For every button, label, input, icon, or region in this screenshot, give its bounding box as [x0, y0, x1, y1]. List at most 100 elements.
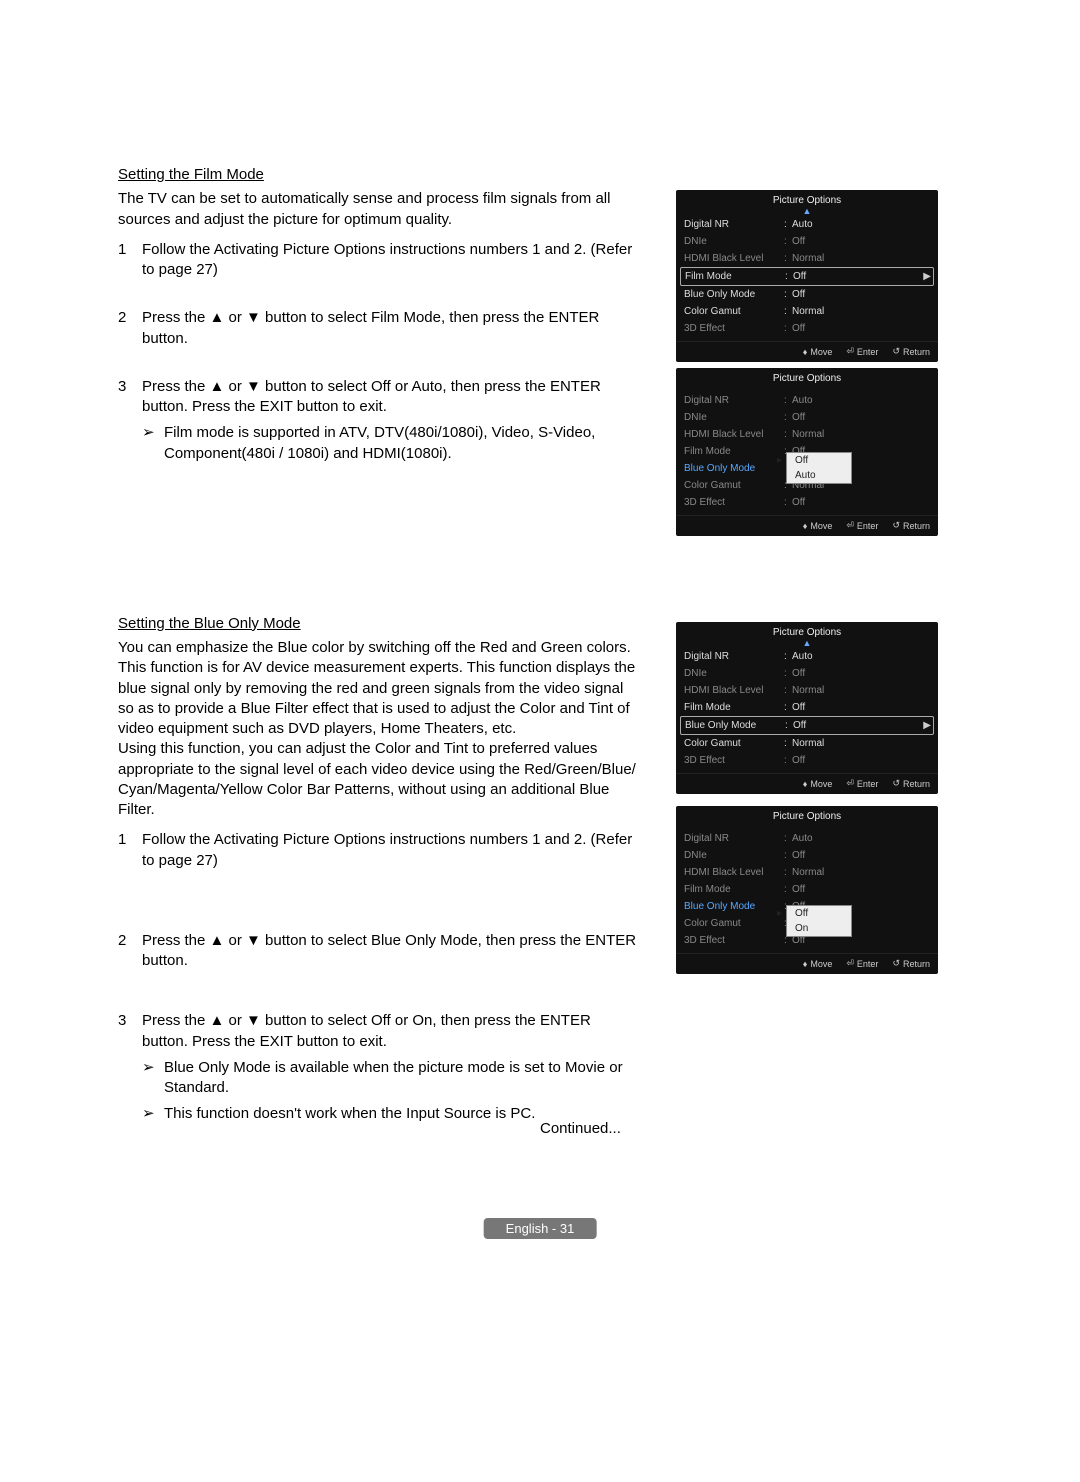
osd-row-dnie: DNIe:Off	[684, 847, 930, 864]
osd-row-film-mode: Film Mode:Off	[684, 699, 930, 716]
section2-step-2: 2 Press the ▲ or ▼ button to select Blue…	[118, 931, 638, 972]
osd-row-film-mode-selected: Film Mode:Off▶	[680, 267, 934, 286]
return-icon: ↺	[892, 778, 900, 789]
updown-icon: ♦	[803, 959, 808, 969]
step-number: 1	[118, 240, 142, 281]
dropdown-option-auto: Auto	[787, 468, 851, 483]
osd-row-color-gamut: Color Gamut:Normal	[684, 735, 930, 752]
osd-row-3d-effect: 3D Effect:Off	[684, 494, 930, 511]
arrow-icon: ➢	[142, 1104, 164, 1124]
updown-icon: ♦	[803, 521, 808, 531]
arrow-icon: ➢	[142, 423, 164, 464]
footer-enter: ⏎Enter	[846, 520, 878, 531]
step-number: 3	[118, 1011, 142, 1124]
chevron-right-icon: ▶	[923, 720, 931, 731]
section2-step-1: 1 Follow the Activating Picture Options …	[118, 830, 638, 871]
step-text: Press the ▲ or ▼ button to select Film M…	[142, 308, 638, 349]
enter-icon: ⏎	[846, 778, 854, 789]
footer-move: ♦Move	[803, 778, 833, 789]
step-number: 1	[118, 830, 142, 871]
manual-page: Setting the Film Mode The TV can be set …	[0, 0, 1080, 1482]
dropdown-option-off: ▸Off	[787, 906, 851, 921]
footer-return: ↺Return	[892, 346, 930, 357]
osd-row-blue-only: Blue Only Mode ▸Off Auto	[684, 460, 930, 477]
osd-picture-options-3: Picture Options ▲ Digital NR:Auto DNIe:O…	[676, 622, 938, 794]
cursor-icon: ▸	[777, 908, 782, 919]
osd-row-blue-only-selected: Blue Only Mode:Off▶	[680, 716, 934, 735]
note-text: Blue Only Mode is available when the pic…	[164, 1058, 638, 1099]
step-text: Follow the Activating Picture Options in…	[142, 830, 638, 871]
osd-row-3d-effect: 3D Effect:Off	[684, 752, 930, 769]
blue-only-dropdown: ▸Off On	[786, 905, 852, 937]
osd-row-color-gamut: Color Gamut:Normal	[684, 303, 930, 320]
step-number: 2	[118, 931, 142, 972]
dropdown-option-on: On	[787, 921, 851, 936]
footer-enter: ⏎Enter	[846, 778, 878, 789]
osd-footer: ♦Move ⏎Enter ↺Return	[676, 341, 938, 362]
enter-icon: ⏎	[846, 346, 854, 357]
osd-title: Picture Options	[676, 806, 938, 824]
arrow-icon: ➢	[142, 1058, 164, 1099]
footer-return: ↺Return	[892, 778, 930, 789]
footer-move: ♦Move	[803, 958, 833, 969]
section2-step-3: 3 Press the ▲ or ▼ button to select Off …	[118, 1011, 638, 1124]
footer-return: ↺Return	[892, 958, 930, 969]
section1-intro: The TV can be set to automatically sense…	[118, 189, 638, 230]
footer-enter: ⏎Enter	[846, 958, 878, 969]
step-number: 3	[118, 377, 142, 464]
page-number-badge: English - 31	[484, 1218, 597, 1239]
osd-footer: ♦Move ⏎Enter ↺Return	[676, 515, 938, 536]
osd-row-dnie: DNIe:Off	[684, 665, 930, 682]
footer-return: ↺Return	[892, 520, 930, 531]
section1-step-1: 1 Follow the Activating Picture Options …	[118, 240, 638, 281]
enter-icon: ⏎	[846, 958, 854, 969]
step-text: Follow the Activating Picture Options in…	[142, 240, 638, 281]
osd-row-dnie: DNIe:Off	[684, 233, 930, 250]
osd-footer: ♦Move ⏎Enter ↺Return	[676, 953, 938, 974]
section1-step-3: 3 Press the ▲ or ▼ button to select Off …	[118, 377, 638, 464]
updown-icon: ♦	[803, 779, 808, 789]
osd-row-digital-nr: Digital NR:Auto	[684, 648, 930, 665]
osd-row-hdmi-black: HDMI Black Level:Normal	[684, 682, 930, 699]
osd-footer: ♦Move ⏎Enter ↺Return	[676, 773, 938, 794]
osd-row-digital-nr: Digital NR:Auto	[684, 216, 930, 233]
enter-icon: ⏎	[846, 520, 854, 531]
film-mode-dropdown: ▸Off Auto	[786, 452, 852, 484]
footer-move: ♦Move	[803, 520, 833, 531]
note-text: Film mode is supported in ATV, DTV(480i/…	[164, 423, 638, 464]
section1-title: Setting the Film Mode	[118, 165, 638, 185]
osd-picture-options-1: Picture Options ▲ Digital NR:Auto DNIe:O…	[676, 190, 938, 362]
section2-intro: You can emphasize the Blue color by swit…	[118, 638, 638, 820]
osd-row-hdmi-black: HDMI Black Level:Normal	[684, 864, 930, 881]
body-text: Setting the Film Mode The TV can be set …	[118, 165, 638, 1153]
dropdown-option-off: ▸Off	[787, 453, 851, 468]
osd-row-blue-only: Blue Only Mode:Off	[684, 286, 930, 303]
step-number: 2	[118, 308, 142, 349]
section2-title: Setting the Blue Only Mode	[118, 614, 638, 634]
section1-step-2: 2 Press the ▲ or ▼ button to select Film…	[118, 308, 638, 349]
step-text: Press the ▲ or ▼ button to select Blue O…	[142, 931, 638, 972]
step-text: Press the ▲ or ▼ button to select Off or…	[142, 1011, 638, 1124]
scroll-up-icon: ▲	[676, 208, 938, 214]
osd-picture-options-4: Picture Options Digital NR:Auto DNIe:Off…	[676, 806, 938, 974]
updown-icon: ♦	[803, 347, 808, 357]
osd-row-3d-effect: 3D Effect:Off	[684, 320, 930, 337]
return-icon: ↺	[892, 958, 900, 969]
note-line: ➢ Film mode is supported in ATV, DTV(480…	[142, 423, 638, 464]
osd-title: Picture Options	[676, 368, 938, 386]
osd-row-dnie: DNIe:Off	[684, 409, 930, 426]
step-text: Press the ▲ or ▼ button to select Off or…	[142, 377, 638, 464]
note-line: ➢ Blue Only Mode is available when the p…	[142, 1058, 638, 1099]
note-text: This function doesn't work when the Inpu…	[164, 1104, 535, 1124]
osd-row-film-mode: Film Mode:Off	[684, 881, 930, 898]
continued-label: Continued...	[540, 1120, 621, 1137]
osd-row-digital-nr: Digital NR:Auto	[684, 392, 930, 409]
chevron-right-icon: ▶	[923, 271, 931, 282]
scroll-up-icon: ▲	[676, 640, 938, 646]
osd-picture-options-2: Picture Options Digital NR:Auto DNIe:Off…	[676, 368, 938, 536]
osd-row-digital-nr: Digital NR:Auto	[684, 830, 930, 847]
return-icon: ↺	[892, 346, 900, 357]
footer-enter: ⏎Enter	[846, 346, 878, 357]
footer-move: ♦Move	[803, 346, 833, 357]
osd-row-color-gamut: Color Gamut:Normal ▸Off On	[684, 915, 930, 932]
